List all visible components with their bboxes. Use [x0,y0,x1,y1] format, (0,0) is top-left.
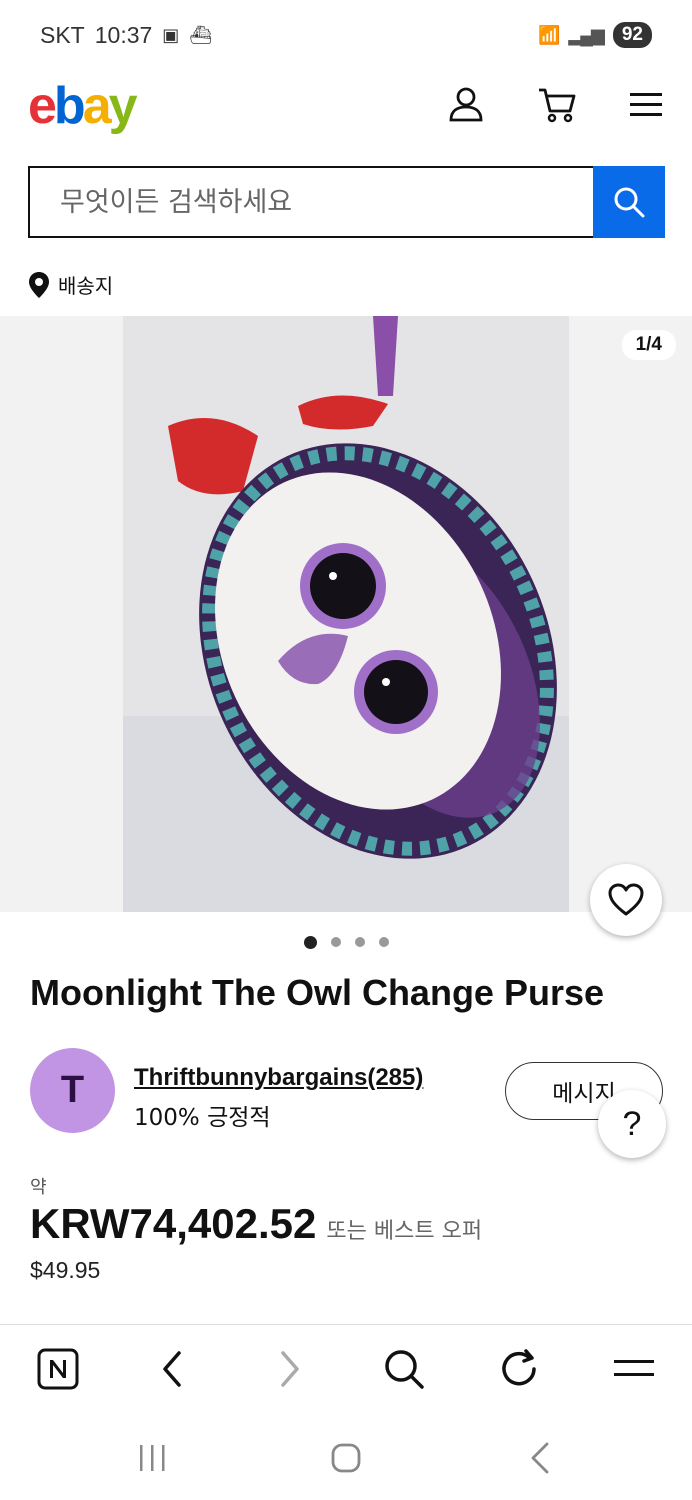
cart-icon[interactable] [537,84,577,124]
battery-badge: 92 [612,22,652,48]
approx-label: 약 [30,1177,47,1198]
refresh-icon[interactable] [495,1345,543,1393]
search-icon [614,187,645,218]
boat-icon: ⛴ [189,24,213,45]
product-gallery[interactable]: 1/4 [0,316,692,936]
carrier-label: SKT [40,21,85,48]
seller-avatar[interactable]: T [30,1048,115,1133]
menu-icon[interactable] [627,84,667,124]
carousel-dot[interactable] [354,937,365,947]
home-icon[interactable] [324,1436,368,1480]
app-header: ebay [0,70,692,150]
product-title: Moonlight The Owl Change Purse [30,972,605,1013]
screenshot-icon: ▣ [162,24,180,45]
price-amount: KRW74,402.52 [30,1200,317,1247]
search-bar [28,166,665,238]
ship-to-link[interactable]: 배송지 [28,270,113,299]
seller-name: Thriftbunnybargains [134,1064,368,1091]
seller-card: T Thriftbunnybargains(285) 100% 긍정적 메시지 … [30,1048,670,1158]
carousel-dot[interactable] [378,937,389,947]
seller-name-link[interactable]: Thriftbunnybargains(285) [134,1064,423,1092]
location-pin-icon [29,271,49,298]
browser-menu-icon[interactable] [610,1345,658,1393]
price-usd: $49.95 [30,1257,101,1283]
seller-feedback-count: (285) [367,1064,424,1091]
status-bar: SKT 10:37 ▣ ⛴ 📶 ▂▄▆ 92 [0,0,692,70]
wifi-icon: 📶 [537,24,560,45]
recent-apps-icon[interactable] [130,1436,174,1480]
find-icon[interactable] [380,1345,428,1393]
watchlist-button[interactable] [590,864,662,936]
status-left: SKT 10:37 ▣ ⛴ [40,22,212,49]
product-image[interactable] [123,316,569,912]
signal-icon: ▂▄▆ [568,24,604,45]
heart-icon [608,883,644,916]
carousel-dot[interactable] [330,937,341,947]
help-button[interactable]: ? [598,1090,666,1158]
forward-icon[interactable] [266,1345,314,1393]
ebay-logo[interactable]: ebay [28,76,138,136]
ship-to-label: 배송지 [58,274,114,298]
question-icon: ? [622,1104,642,1143]
browser-toolbar [0,1324,692,1414]
status-right: 📶 ▂▄▆ 92 [538,22,652,48]
best-offer-label: 또는 베스트 오퍼 [326,1219,483,1244]
account-icon[interactable] [446,84,486,124]
back-icon[interactable] [148,1345,196,1393]
system-nav-bar [0,1414,692,1500]
carousel-dot[interactable] [303,936,317,949]
naver-home-icon[interactable] [34,1345,82,1393]
price-row: KRW74,402.52 또는 베스트 오퍼 [30,1200,482,1248]
time-label: 10:37 [94,21,153,48]
image-counter: 1/4 [621,330,676,360]
system-back-icon[interactable] [518,1436,562,1480]
seller-positive-feedback: 100% 긍정적 [134,1105,271,1131]
carousel-dots [0,936,692,949]
search-input[interactable] [30,168,593,236]
search-button[interactable] [593,166,665,238]
